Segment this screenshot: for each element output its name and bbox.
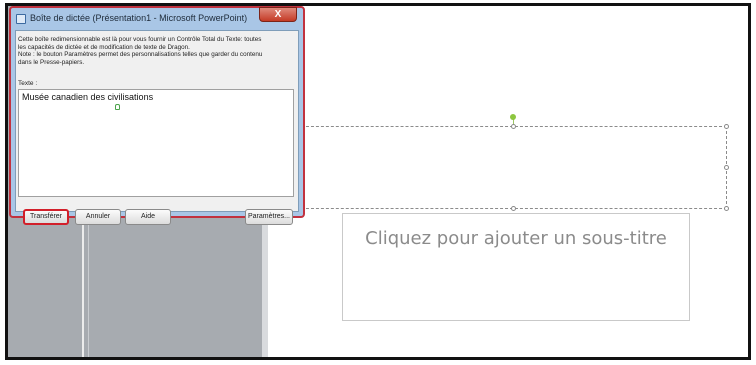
dialog-description: Cette boîte redimensionnable est là pour… xyxy=(18,36,295,66)
dictated-text: Musée canadien des civilisations xyxy=(22,92,154,102)
resize-handle-top[interactable] xyxy=(511,124,516,129)
dragon-app-icon xyxy=(16,14,26,24)
dictation-text-area[interactable]: Musée canadien des civilisations xyxy=(18,89,294,197)
subtitle-placeholder-text: Cliquez pour ajouter un sous-titre xyxy=(365,228,667,249)
screenshot-frame: Cliquez pour ajouter un sous-titre Boîte… xyxy=(5,3,751,360)
mouse-cursor-icon xyxy=(115,104,120,110)
dialog-title: Boîte de dictée (Présentation1 - Microso… xyxy=(30,13,248,23)
settings-button[interactable]: Paramètres... xyxy=(245,209,293,225)
resize-handle-right[interactable] xyxy=(724,165,729,170)
resize-handle-bottom-right[interactable] xyxy=(724,206,729,211)
close-button[interactable]: X xyxy=(259,7,297,22)
rotation-handle[interactable] xyxy=(510,114,516,120)
description-line: dans le Presse-papiers. xyxy=(18,58,85,66)
resize-handle-bottom[interactable] xyxy=(511,206,516,211)
transfer-button[interactable]: Transférer xyxy=(23,209,69,225)
subtitle-placeholder[interactable]: Cliquez pour ajouter un sous-titre xyxy=(342,213,690,321)
cancel-button[interactable]: Annuler xyxy=(75,209,121,225)
description-line: Note : le bouton Paramètres permet des p… xyxy=(18,51,263,59)
resize-handle-top-right[interactable] xyxy=(724,124,729,129)
text-field-label: Texte : xyxy=(18,80,38,87)
slide-canvas[interactable]: Cliquez pour ajouter un sous-titre xyxy=(268,6,748,357)
dictation-box-dialog: Boîte de dictée (Présentation1 - Microso… xyxy=(9,6,305,225)
dialog-titlebar[interactable]: Boîte de dictée (Présentation1 - Microso… xyxy=(11,7,303,30)
description-line: les capacités de dictée et de modificati… xyxy=(18,43,190,51)
dialog-body: Cette boîte redimensionnable est là pour… xyxy=(15,30,299,225)
title-placeholder[interactable] xyxy=(299,124,729,211)
description-line: Cette boîte redimensionnable est là pour… xyxy=(18,36,262,43)
help-button[interactable]: Aide xyxy=(125,209,171,225)
